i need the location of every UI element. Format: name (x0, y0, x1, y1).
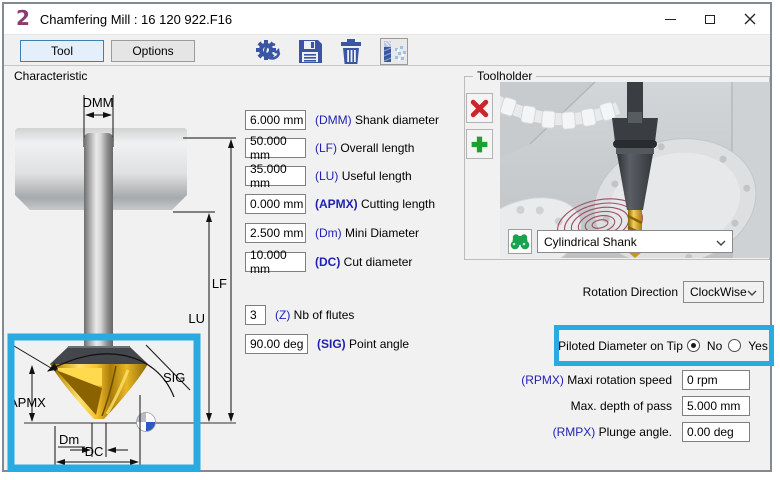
datum-point-icon (137, 413, 156, 432)
toolbar: Tool Options (4, 34, 770, 66)
dim-label-lu: LU (188, 311, 205, 326)
app-logo-icon: 2 (16, 8, 30, 28)
cutting-length-input[interactable]: 0.000 mm (245, 194, 306, 214)
dim-label-lf: LF (212, 276, 227, 291)
piloted-no-label: No (707, 339, 722, 353)
max-depth-of-pass-input[interactable]: 5.000 mm (682, 396, 750, 416)
piloted-yes-radio[interactable] (728, 339, 741, 352)
plunge-angle-label: (RMPX) Plunge angle. (424, 425, 672, 439)
remove-toolholder-button[interactable] (466, 93, 493, 123)
close-button[interactable] (730, 4, 770, 34)
save-icon[interactable] (297, 38, 324, 65)
remove-icon (469, 98, 490, 119)
piloted-diameter-group: Piloted Diameter on Tip No Yes (554, 325, 774, 366)
shank-diameter-input[interactable]: 6.000 mm (245, 110, 306, 130)
title-bar: 2 Chamfering Mill : 16 120 922.F16 (4, 4, 770, 34)
dim-label-dc: DC (85, 444, 104, 459)
minimize-icon (665, 19, 676, 20)
max-depth-of-pass-label: Max. depth of pass (424, 399, 672, 413)
maximize-button[interactable] (690, 4, 730, 34)
flutes-input[interactable]: 3 (245, 305, 266, 325)
piloted-no-radio[interactable] (687, 339, 700, 352)
tool-diagram: DMM LF LU APMX (6, 85, 242, 473)
dialog-content: Characteristic (4, 66, 770, 470)
overall-length-input[interactable]: 50.000 mm (245, 138, 306, 158)
maxi-rotation-speed-label: (RPMX) Maxi rotation speed (424, 373, 672, 387)
dim-label-dmm: DMM (82, 95, 113, 110)
piloted-yes-label: Yes (748, 339, 768, 353)
characteristic-label: Characteristic (14, 69, 87, 83)
dim-label-dm: Dm (59, 432, 79, 447)
dim-label-sig: SIG (163, 370, 185, 385)
dim-label-apmx: APMX (9, 395, 46, 410)
search-toolholder-button[interactable] (508, 229, 532, 254)
tab-tool[interactable]: Tool (20, 40, 104, 62)
dialog-window: 2 Chamfering Mill : 16 120 922.F16 Tool … (2, 2, 772, 472)
update-tool-icon[interactable] (254, 38, 283, 66)
simulation-button[interactable] (380, 38, 408, 65)
mini-diameter-input[interactable]: 2.500 mm (245, 223, 306, 243)
simulation-icon (381, 39, 407, 64)
toolholder-group-label: Toolholder (473, 69, 536, 83)
close-icon (744, 13, 756, 25)
shank-type-select[interactable]: Cylindrical Shank (537, 230, 733, 253)
field-row-dm: 2.500 mm (Dm) Mini Diameter (245, 223, 419, 243)
cone-cap-shape (50, 347, 148, 364)
piloted-diameter-label: Piloted Diameter on Tip (558, 339, 683, 353)
field-row-apmx: 0.000 mm (APMX) Cutting length (245, 194, 435, 214)
field-row-sig: 90.00 deg (SIG) Point angle (245, 334, 409, 354)
tab-options[interactable]: Options (111, 40, 195, 62)
field-row-lf: 50.000 mm (LF) Overall length (245, 138, 414, 158)
useful-length-input[interactable]: 35.000 mm (245, 166, 306, 186)
maximize-icon (705, 15, 715, 24)
field-row-dmm: 6.000 mm (DMM) Shank diameter (245, 110, 439, 130)
maxi-rotation-speed-input[interactable]: 0 rpm (682, 370, 750, 390)
cut-diameter-input[interactable]: 10.000 mm (245, 252, 306, 272)
chevron-down-icon (716, 235, 726, 249)
window-controls (650, 4, 770, 34)
delete-icon[interactable] (338, 38, 364, 65)
add-toolholder-button[interactable] (466, 129, 493, 159)
plunge-angle-input[interactable]: 0.00 deg (682, 422, 750, 442)
rotation-direction-label: Rotation Direction (474, 285, 678, 299)
minimize-button[interactable] (650, 4, 690, 34)
add-icon (469, 134, 490, 155)
point-angle-input[interactable]: 90.00 deg (245, 334, 308, 354)
field-row-dc: 10.000 mm (DC) Cut diameter (245, 252, 412, 272)
binoculars-icon (510, 233, 530, 250)
window-title: Chamfering Mill : 16 120 922.F16 (40, 12, 232, 27)
tool-shank-shape (84, 133, 113, 348)
chevron-down-icon (747, 285, 757, 299)
rotation-direction-select[interactable]: ClockWise (683, 281, 764, 303)
field-row-lu: 35.000 mm (LU) Useful length (245, 166, 412, 186)
field-row-z: 3 (Z) Nb of flutes (245, 305, 354, 325)
